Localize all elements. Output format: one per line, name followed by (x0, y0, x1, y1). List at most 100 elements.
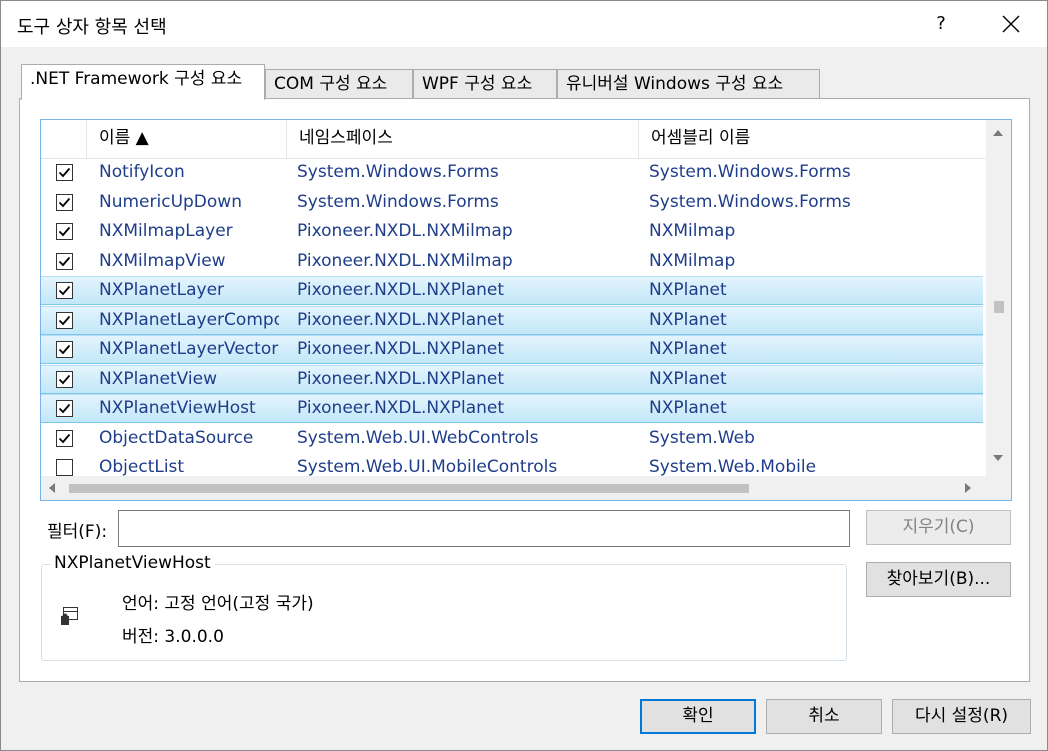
checkmark-icon (58, 167, 71, 178)
row-assembly-cell: System.Windows.Forms (649, 162, 851, 182)
title-bar: 도구 상자 항목 선택 ? (1, 1, 1047, 47)
table-row[interactable]: NumericUpDown System.Windows.Forms System.… (41, 188, 983, 217)
tab-panel: 이름 ▲ 네임스페이스 어셈블리 이름 NotifyIcon System.Win… (19, 98, 1030, 682)
row-name-cell: NXMilmapLayer (99, 221, 233, 241)
checkmark-icon (58, 315, 71, 326)
component-details-group: NXPlanetViewHost 언어: 고정 언어(고정 국가) 버전: 3.… (41, 553, 847, 661)
row-name-cell: NXPlanetLayerVectorE (99, 339, 279, 359)
components-list[interactable]: 이름 ▲ 네임스페이스 어셈블리 이름 NotifyIcon System.Win… (40, 119, 1012, 501)
row-name-cell: NumericUpDown (99, 192, 242, 212)
table-row[interactable]: NXPlanetLayerVectorE Pixoneer.NXDL.NXPlan… (41, 335, 983, 364)
row-name-cell: NXPlanetViewHost (99, 398, 256, 418)
row-namespace-cell: Pixoneer.NXDL.NXPlanet (297, 398, 505, 418)
help-button[interactable]: ? (921, 5, 961, 43)
row-namespace-cell: System.Web.UI.MobileControls (297, 457, 558, 476)
checkmark-icon (58, 403, 71, 414)
table-row[interactable]: ObjectList System.Web.UI.MobileControls Sy… (41, 453, 983, 476)
row-name-cell: NXMilmapView (99, 251, 226, 271)
table-row[interactable]: NXPlanetLayer Pixoneer.NXDL.NXPlanet NXPla… (41, 276, 983, 305)
details-language: 언어: 고정 언어(고정 국가) (122, 594, 314, 614)
row-name-cell: NXPlanetLayer (99, 280, 225, 300)
row-assembly-cell: NXPlanet (649, 339, 727, 359)
vertical-scroll-thumb[interactable] (994, 301, 1004, 313)
scroll-left-arrow-icon[interactable] (49, 483, 55, 493)
table-row[interactable]: NXPlanetLayerCompo Pixoneer.NXDL.NXPlanet… (41, 306, 983, 335)
row-assembly-cell: NXMilmap (649, 221, 736, 241)
tab-com-components[interactable]: COM 구성 요소 (265, 69, 413, 98)
row-name-cell: ObjectDataSource (99, 428, 254, 448)
tab-dotnet-framework-components[interactable]: .NET Framework 구성 요소 (21, 64, 265, 100)
name-column-header[interactable]: 이름 ▲ (87, 120, 287, 158)
tab-universal-windows-components[interactable]: 유니버설 Windows 구성 요소 (557, 69, 820, 98)
checkmark-icon (58, 433, 71, 444)
list-header: 이름 ▲ 네임스페이스 어셈블리 이름 (41, 120, 986, 159)
row-checkbox[interactable] (56, 194, 73, 211)
vertical-scrollbar[interactable] (986, 120, 1011, 476)
row-checkbox[interactable] (56, 253, 73, 270)
table-row[interactable]: NXPlanetView Pixoneer.NXDL.NXPlanet NXPlan… (41, 365, 983, 394)
cancel-button[interactable]: 취소 (766, 699, 882, 734)
filter-input[interactable] (118, 510, 850, 547)
row-namespace-cell: Pixoneer.NXDL.NXMilmap (297, 221, 513, 241)
row-assembly-cell: NXPlanet (649, 310, 727, 330)
component-icon (61, 607, 78, 625)
reset-button[interactable]: 다시 설정(R) (892, 699, 1031, 734)
browse-button[interactable]: 찾아보기(B)... (866, 562, 1011, 597)
row-assembly-cell: NXPlanet (649, 280, 727, 300)
scroll-right-arrow-icon[interactable] (965, 483, 971, 493)
table-row[interactable]: NXMilmapLayer Pixoneer.NXDL.NXMilmap NXMil… (41, 217, 983, 246)
checkmark-icon (58, 256, 71, 267)
row-assembly-cell: NXPlanet (649, 398, 727, 418)
checkmark-icon (58, 344, 71, 355)
row-namespace-cell: Pixoneer.NXDL.NXPlanet (297, 280, 505, 300)
namespace-column-header[interactable]: 네임스페이스 (287, 120, 639, 158)
row-assembly-cell: System.Web.Mobile (649, 457, 817, 476)
clear-button[interactable]: 지우기(C) (866, 510, 1011, 545)
row-name-cell: NXPlanetLayerCompo (99, 310, 279, 330)
row-name-cell: NXPlanetView (99, 369, 217, 389)
row-checkbox[interactable] (56, 223, 73, 240)
close-button[interactable] (989, 5, 1033, 43)
row-checkbox[interactable] (56, 459, 73, 476)
row-namespace-cell: Pixoneer.NXDL.NXMilmap (297, 251, 513, 271)
row-assembly-cell: System.Web (649, 428, 755, 448)
row-checkbox[interactable] (56, 400, 73, 417)
row-checkbox[interactable] (56, 430, 73, 447)
filter-label: 필터(F): (47, 522, 108, 542)
table-row[interactable]: NXPlanetViewHost Pixoneer.NXDL.NXPlanet NX… (41, 394, 983, 423)
details-component-name: NXPlanetViewHost (50, 553, 215, 573)
row-assembly-cell: NXMilmap (649, 251, 736, 271)
row-assembly-cell: System.Windows.Forms (649, 192, 851, 212)
row-checkbox[interactable] (56, 164, 73, 181)
row-namespace-cell: System.Web.UI.WebControls (297, 428, 539, 448)
row-assembly-cell: NXPlanet (649, 369, 727, 389)
scroll-down-arrow-icon[interactable] (993, 455, 1003, 461)
scroll-up-arrow-icon[interactable] (993, 130, 1003, 136)
checkmark-icon (58, 285, 71, 296)
row-checkbox[interactable] (56, 371, 73, 388)
row-name-cell: NotifyIcon (99, 162, 185, 182)
ok-button[interactable]: 확인 (640, 699, 756, 734)
row-checkbox[interactable] (56, 341, 73, 358)
row-checkbox[interactable] (56, 282, 73, 299)
checkbox-column-header[interactable] (41, 120, 87, 158)
row-namespace-cell: System.Windows.Forms (297, 162, 499, 182)
row-name-cell: ObjectList (99, 457, 185, 476)
row-namespace-cell: Pixoneer.NXDL.NXPlanet (297, 369, 505, 389)
details-version: 버전: 3.0.0.0 (122, 627, 224, 647)
table-row[interactable]: NotifyIcon System.Windows.Forms System.Win… (41, 158, 983, 187)
row-namespace-cell: System.Windows.Forms (297, 192, 499, 212)
scrollbar-corner (986, 476, 1011, 500)
choose-toolbox-items-dialog: 도구 상자 항목 선택 ? .NET Framework 구성 요소 COM 구… (0, 0, 1048, 751)
horizontal-scrollbar[interactable] (41, 476, 986, 500)
row-namespace-cell: Pixoneer.NXDL.NXPlanet (297, 310, 505, 330)
row-namespace-cell: Pixoneer.NXDL.NXPlanet (297, 339, 505, 359)
horizontal-scroll-thumb[interactable] (69, 484, 749, 493)
table-row[interactable]: NXMilmapView Pixoneer.NXDL.NXMilmap NXMilm… (41, 247, 983, 276)
checkmark-icon (58, 197, 71, 208)
list-body: NotifyIcon System.Windows.Forms System.Win… (41, 158, 983, 476)
table-row[interactable]: ObjectDataSource System.Web.UI.WebControl… (41, 424, 983, 453)
row-checkbox[interactable] (56, 312, 73, 329)
tab-wpf-components[interactable]: WPF 구성 요소 (413, 69, 557, 98)
assembly-column-header[interactable]: 어셈블리 이름 (639, 120, 986, 158)
